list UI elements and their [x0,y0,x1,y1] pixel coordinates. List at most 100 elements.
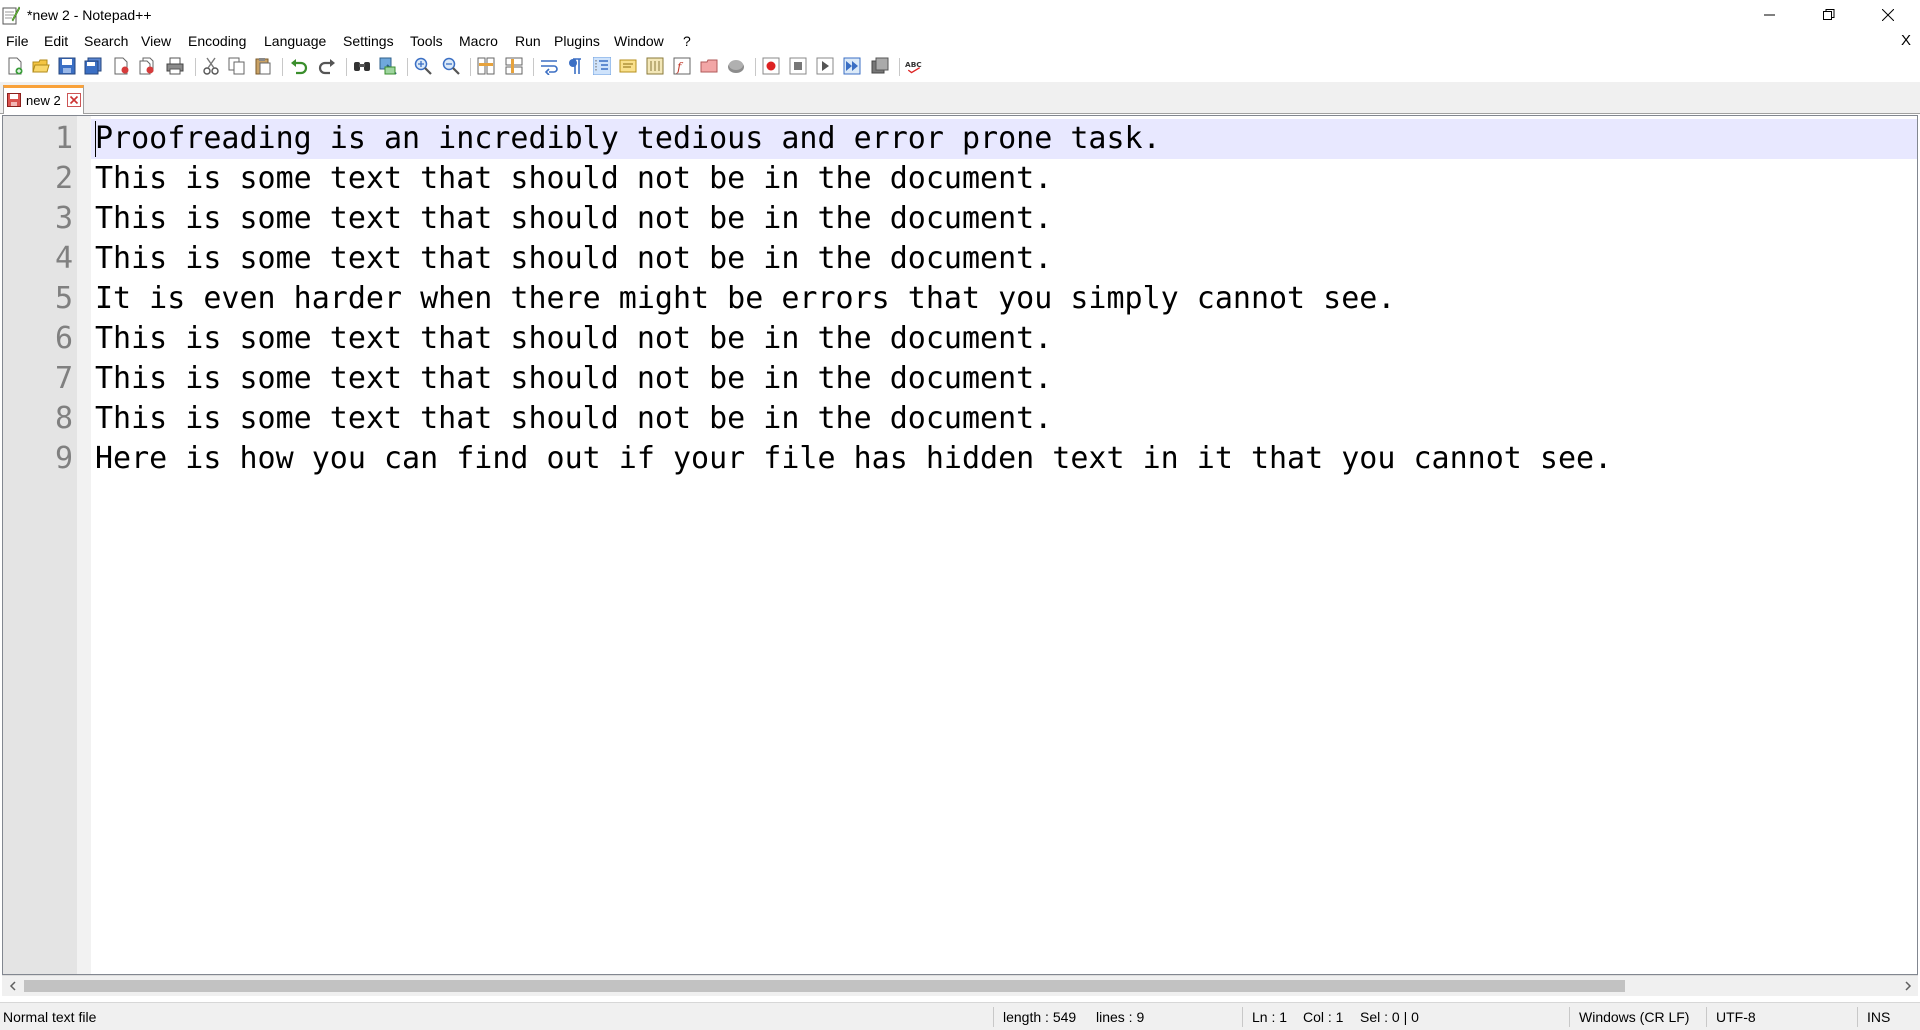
close-window-button[interactable] [1859,0,1917,30]
function-list-icon[interactable]: f [673,57,691,75]
menu-window[interactable]: Window [614,33,664,49]
user-defined-language-icon[interactable] [619,57,637,75]
menu-search[interactable]: Search [84,33,128,49]
sync-vertical-icon[interactable] [477,57,495,75]
close-tab-icon[interactable] [67,93,81,107]
toolbar-separator [755,58,756,76]
code-line[interactable]: This is some text that should not be in … [95,159,1052,199]
code-line[interactable]: It is even harder when there might be er… [95,279,1395,319]
title-bar: *new 2 - Notepad++ [0,0,1920,30]
undo-icon[interactable] [290,57,308,75]
menu-encoding[interactable]: Encoding [188,33,246,49]
text-editor[interactable]: 1 2 3 4 5 6 7 8 9 Proofreading is an inc… [2,115,1918,975]
zoom-in-icon[interactable] [414,57,432,75]
status-lines: lines : 9 [1096,1009,1145,1025]
macro-record-icon[interactable] [762,57,780,75]
fold-margin[interactable] [77,116,91,974]
scroll-left-button[interactable] [2,976,23,996]
indent-guide-icon[interactable] [593,57,611,75]
restore-icon [1823,9,1835,20]
spell-check-icon[interactable]: ABC [905,57,923,75]
code-line[interactable]: This is some text that should not be in … [95,239,1052,279]
save-all-icon[interactable] [84,57,102,75]
code-line[interactable]: This is some text that should not be in … [95,359,1052,399]
text-caret [95,121,96,157]
code-line[interactable]: Here is how you can find out if your fil… [95,439,1612,479]
status-separator [1857,1007,1858,1027]
code-line[interactable]: Proofreading is an incredibly tedious an… [95,119,1161,159]
status-separator [1569,1007,1570,1027]
minimize-icon [1764,14,1775,16]
replace-icon[interactable] [379,57,397,75]
menu-edit[interactable]: Edit [44,33,68,49]
close-file-icon[interactable] [112,57,130,75]
new-file-icon[interactable] [6,57,24,75]
toolbar-separator [407,58,408,76]
menu-bar: File Edit Search View Encoding Language … [0,30,1920,52]
paste-icon[interactable] [254,57,272,75]
line-number: 3 [54,201,73,236]
status-selection: Sel : 0 | 0 [1360,1009,1419,1025]
open-file-icon[interactable] [32,57,50,75]
status-separator [993,1007,994,1027]
status-bar: Normal text file length : 549 lines : 9 … [0,1002,1920,1030]
zoom-out-icon[interactable] [442,57,460,75]
line-number: 2 [54,161,73,196]
folder-as-workspace-icon[interactable] [700,57,718,75]
macro-run-multiple-icon[interactable] [843,57,861,75]
cut-icon[interactable] [202,57,220,75]
minimize-button[interactable] [1741,0,1799,30]
menu-settings[interactable]: Settings [343,33,394,49]
macro-play-icon[interactable] [816,57,834,75]
toolbar-separator [346,58,347,76]
toolbar-separator [533,58,534,76]
redo-icon[interactable] [318,57,336,75]
tab-new-2[interactable]: new 2 [3,85,84,114]
notepadpp-app-icon [2,6,20,25]
copy-icon[interactable] [228,57,246,75]
word-wrap-icon[interactable] [540,57,558,75]
find-icon[interactable] [353,57,371,75]
line-number: 8 [54,401,73,436]
macro-save-icon[interactable] [871,57,889,75]
status-insert-mode[interactable]: INS [1867,1009,1890,1025]
document-map-icon[interactable] [646,57,664,75]
line-number: 4 [54,241,73,276]
status-column: Col : 1 [1303,1009,1344,1025]
close-all-icon[interactable] [138,57,156,75]
status-eol[interactable]: Windows (CR LF) [1579,1009,1689,1025]
menu-language[interactable]: Language [264,33,326,49]
toolbar: f ABC [0,52,1920,82]
menu-tools[interactable]: Tools [410,33,443,49]
save-icon[interactable] [58,57,76,75]
status-separator [1242,1007,1243,1027]
code-line[interactable]: This is some text that should not be in … [95,399,1052,439]
menu-macro[interactable]: Macro [459,33,498,49]
status-encoding[interactable]: UTF-8 [1716,1009,1756,1025]
horizontal-scrollbar[interactable] [2,975,1918,996]
macro-stop-icon[interactable] [789,57,807,75]
toolbar-separator [282,58,283,76]
print-icon[interactable] [166,57,184,75]
tab-label: new 2 [26,93,61,108]
menu-plugins[interactable]: Plugins [554,33,600,49]
menu-run[interactable]: Run [515,33,541,49]
menu-help[interactable]: ? [683,33,691,49]
close-document-button[interactable]: X [1901,32,1911,49]
menu-view[interactable]: View [141,33,171,49]
close-icon [1882,9,1894,21]
line-number: 7 [54,361,73,396]
status-line-number: Ln : 1 [1252,1009,1288,1025]
menu-file[interactable]: File [6,33,29,49]
show-all-characters-icon[interactable] [566,57,584,75]
sync-horizontal-icon[interactable] [505,57,523,75]
monitoring-icon[interactable] [727,57,745,75]
unsaved-file-icon [7,93,21,107]
restore-button[interactable] [1800,0,1858,30]
toolbar-separator [195,58,196,76]
code-line[interactable]: This is some text that should not be in … [95,199,1052,239]
scrollbar-thumb[interactable] [24,980,1625,992]
code-line[interactable]: This is some text that should not be in … [95,319,1052,359]
scroll-right-button[interactable] [1897,976,1918,996]
line-number: 9 [54,441,73,476]
